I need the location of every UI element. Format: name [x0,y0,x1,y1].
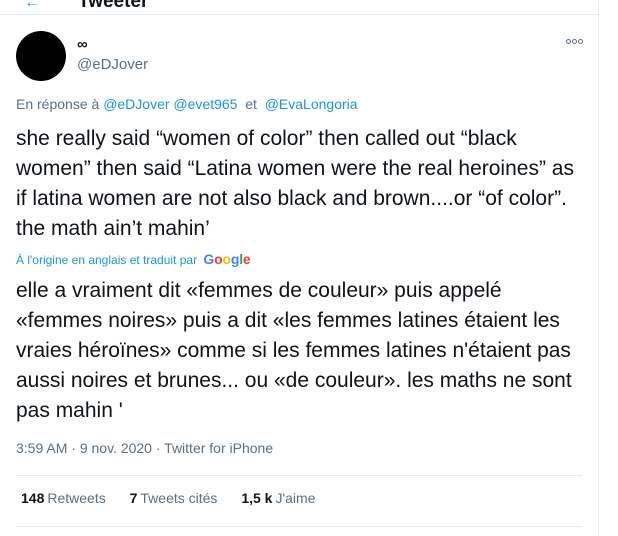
reply-context: En réponse à @eDJover @evet965 et @EvaLo… [16,96,358,112]
likes-count: 1,5 k [241,490,273,506]
likes-stat[interactable]: 1,5 k J'aime [241,490,315,506]
tweet-time[interactable]: 3:59 AM [16,440,67,456]
google-logo: Google [203,251,251,267]
translated-tweet-text: elle a vraiment dit «femmes de couleur» … [16,279,572,422]
page-title: Tweeter [78,0,149,12]
translation-label: À l'origine en anglais et traduit par [16,253,198,267]
author-handle[interactable]: @eDJover [77,56,148,73]
meta-dot: · [71,440,76,456]
mention-evalongoria[interactable]: @EvaLongoria [265,96,358,112]
quotes-stat[interactable]: 7 Tweets cités [130,490,218,506]
tweet-source[interactable]: Twitter for iPhone [164,440,273,456]
meta-dot: · [155,440,161,456]
likes-label: J'aime [275,490,316,506]
more-options-icon[interactable] [566,36,584,46]
reply-prefix: En réponse à [16,96,100,112]
avatar[interactable] [16,31,66,81]
tweet-column: ← Tweeter ∞ @eDJover En réponse à @eDJov… [0,0,598,536]
column-border [598,0,599,536]
page-header: ← Tweeter [0,0,598,15]
translation-attribution: À l'origine en anglais et traduit par Go… [16,251,251,267]
tweet-date[interactable]: 9 nov. 2020 [80,440,152,456]
mention-evet965[interactable]: @evet965 [173,96,237,112]
mention-edjover[interactable]: @eDJover [103,96,169,112]
tweet-stats: 148 Retweets 7 Tweets cités 1,5 k J'aime [21,490,336,506]
divider [16,526,582,527]
arrow-left-icon[interactable]: ← [24,0,40,12]
retweets-stat[interactable]: 148 Retweets [21,490,106,506]
tweet-text: she really said “women of color” then ca… [16,127,574,240]
author-name[interactable]: ∞ [77,36,88,53]
retweets-label: Retweets [47,490,106,506]
divider [16,475,582,476]
tweet-meta: 3:59 AM · 9 nov. 2020 · Twitter for iPho… [16,440,273,456]
quotes-count: 7 [129,490,138,506]
quotes-label: Tweets cités [140,490,218,506]
retweets-count: 148 [21,490,45,506]
reply-and: et [245,96,257,112]
